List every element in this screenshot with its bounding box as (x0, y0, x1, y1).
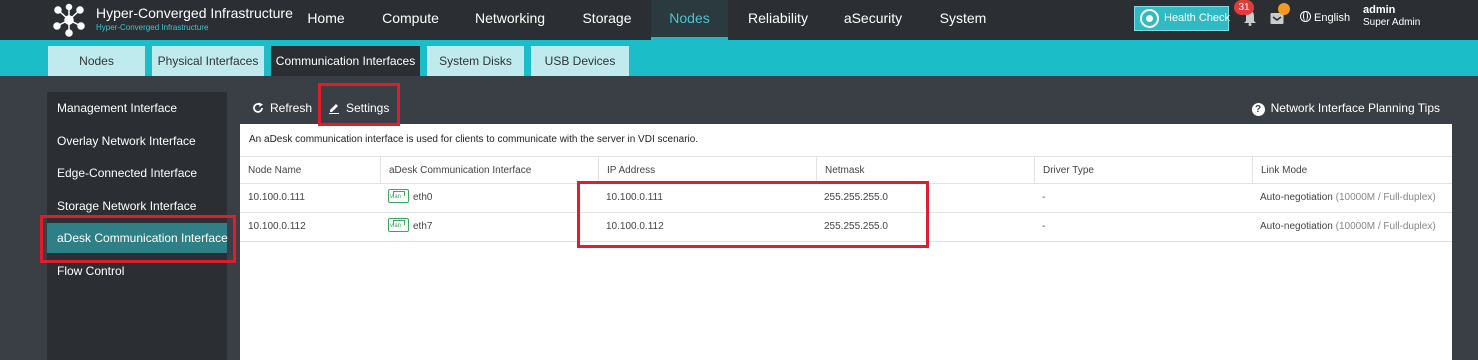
cell-driver-type: - (1042, 221, 1046, 232)
cell-node-name: 10.100.0.112 (248, 221, 306, 232)
planning-tips-link[interactable]: ? Network Interface Planning Tips (1251, 92, 1440, 124)
user-role: Super Admin (1363, 17, 1421, 28)
language-selector[interactable]: English (1300, 11, 1350, 24)
header-link-mode: Link Mode (1252, 157, 1452, 184)
link-mode-detail: (10000M / Full-duplex) (1335, 192, 1436, 203)
health-check-icon (1140, 9, 1159, 28)
logo-icon (53, 3, 85, 37)
health-check-label: Health Check (1164, 12, 1231, 24)
cell-link-mode: Auto-negotiation (10000M / Full-duplex) (1252, 184, 1436, 212)
help-icon: ? (1251, 103, 1265, 116)
globe-icon (1300, 11, 1311, 22)
alert-count-badge: 31 (1234, 0, 1254, 15)
sidebar-item-overlay[interactable]: Overlay Network Interface (57, 126, 196, 156)
app-subtitle: Hyper-Converged Infrastructure (96, 23, 209, 32)
settings-highlight-box (318, 83, 400, 126)
cell-node-name: 10.100.0.111 (248, 192, 305, 203)
refresh-button[interactable]: Refresh (252, 92, 312, 124)
nav-storage[interactable]: Storage (571, 0, 643, 40)
sidebar-highlight-box (40, 215, 236, 263)
tab-physical-interfaces[interactable]: Physical Interfaces (152, 46, 264, 76)
header-driver-type: Driver Type (1034, 157, 1252, 184)
table-header: Node Name aDesk Communication Interface … (240, 156, 1452, 184)
nav-system[interactable]: System (934, 0, 992, 40)
cell-interface-name: eth0 (413, 192, 433, 203)
link-mode-detail: (10000M / Full-duplex) (1335, 221, 1436, 232)
nav-compute[interactable]: Compute (370, 0, 451, 40)
nic-icon (388, 218, 409, 232)
sub-tab-bar: Nodes Physical Interfaces Communication … (0, 40, 1478, 76)
cell-link-mode: Auto-negotiation (10000M / Full-duplex) (1252, 213, 1436, 241)
header-interface: aDesk Communication Interface (380, 157, 598, 184)
nic-icon (388, 189, 409, 203)
tab-usb-devices[interactable]: USB Devices (531, 46, 629, 76)
link-mode-value: Auto-negotiation (1260, 192, 1333, 203)
user-name[interactable]: admin (1363, 4, 1395, 16)
tab-system-disks[interactable]: System Disks (427, 46, 524, 76)
message-dot-badge (1278, 3, 1290, 15)
cell-interface-name: eth7 (413, 221, 433, 232)
header-netmask: Netmask (816, 157, 1034, 184)
nav-networking[interactable]: Networking (466, 0, 554, 40)
header-node-name: Node Name (248, 165, 302, 176)
nav-nodes[interactable]: Nodes (651, 0, 728, 40)
cell-interface: eth0 (380, 184, 432, 212)
nav-reliability[interactable]: Reliability (740, 0, 816, 40)
cell-interface: eth7 (380, 213, 432, 241)
language-label: English (1314, 12, 1351, 24)
planning-tips-label: Network Interface Planning Tips (1270, 101, 1440, 115)
top-bar: Hyper-Converged Infrastructure Hyper-Con… (0, 0, 1478, 40)
cell-driver-type: - (1042, 192, 1046, 203)
nav-asecurity[interactable]: aSecurity (835, 0, 911, 40)
refresh-icon (253, 102, 263, 113)
health-check-button[interactable]: Health Check (1134, 6, 1231, 31)
info-text: An aDesk communication interface is used… (249, 134, 699, 145)
link-mode-value: Auto-negotiation (1260, 221, 1333, 232)
tab-nodes[interactable]: Nodes (48, 46, 145, 76)
app-title: Hyper-Converged Infrastructure (96, 5, 293, 21)
toolbar: Refresh Settings ? Network Interface Plan… (240, 92, 1452, 124)
nav-home[interactable]: Home (296, 0, 356, 40)
header-ip-address: IP Address (598, 157, 816, 184)
ip-netmask-highlight-box (577, 181, 929, 248)
sidebar-item-management[interactable]: Management Interface (57, 93, 177, 123)
sidebar-item-edge[interactable]: Edge-Connected Interface (57, 158, 197, 188)
refresh-label: Refresh (270, 101, 313, 115)
tab-communication-interfaces[interactable]: Communication Interfaces (271, 46, 420, 76)
